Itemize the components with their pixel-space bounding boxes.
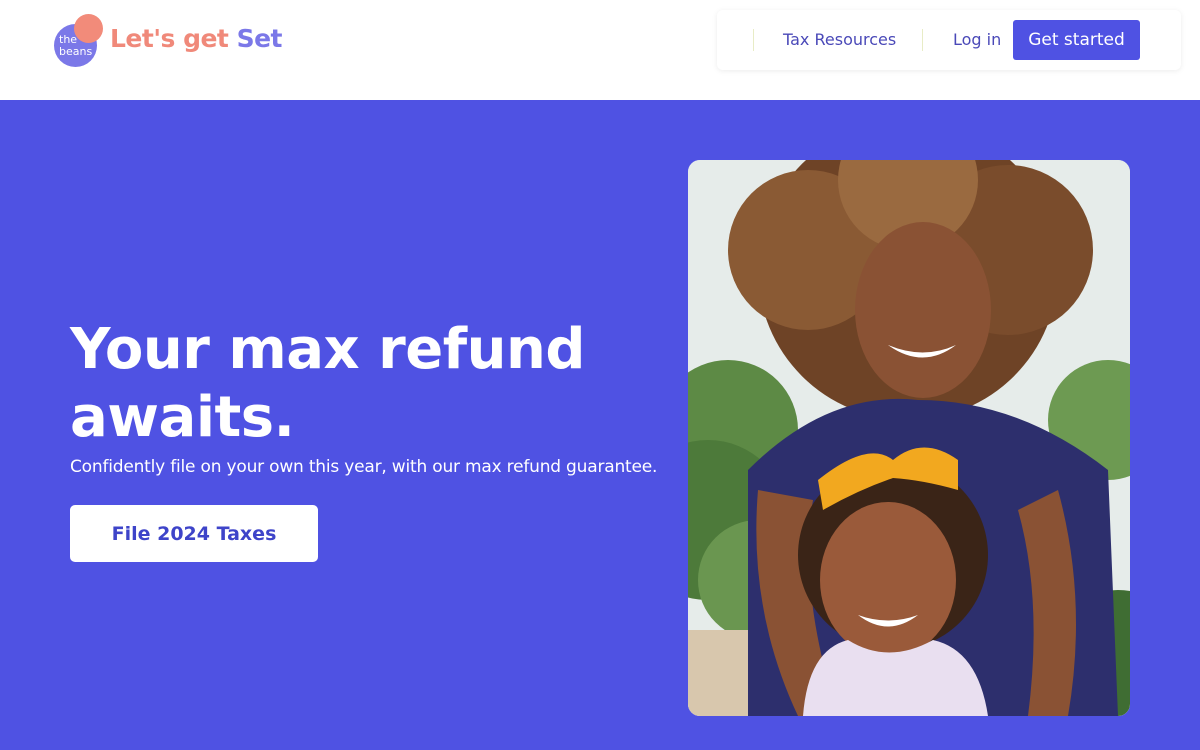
nav-divider — [922, 29, 923, 51]
logo-word-part1: Let's get — [110, 24, 237, 53]
logo-word-part2: Set — [236, 24, 283, 53]
logo-mark-icon: the beans — [53, 14, 105, 68]
logo-wordmark: Let's get Set — [110, 24, 283, 53]
brand-logo[interactable]: the beans Let's get Set — [53, 14, 283, 70]
nav-divider — [753, 29, 754, 51]
get-started-button[interactable]: Get started — [1013, 20, 1140, 60]
hero-subtitle: Confidently file on your own this year, … — [70, 457, 658, 477]
hero-photo-illustration — [688, 160, 1130, 716]
logo-mark-text: the beans — [59, 33, 93, 58]
site-header: the beans Let's get Set Tax Resources Lo… — [0, 0, 1200, 100]
hero-photo — [688, 160, 1130, 716]
hero-title: Your max refund awaits. — [70, 317, 585, 450]
nav-link-tax-resources[interactable]: Tax Resources — [783, 30, 896, 49]
file-taxes-button[interactable]: File 2024 Taxes — [70, 505, 318, 562]
nav-link-login[interactable]: Log in — [953, 30, 1001, 49]
hero-section: Your max refund awaits. Confidently file… — [0, 100, 1200, 750]
top-nav: Tax Resources Log in Get started — [717, 10, 1181, 70]
